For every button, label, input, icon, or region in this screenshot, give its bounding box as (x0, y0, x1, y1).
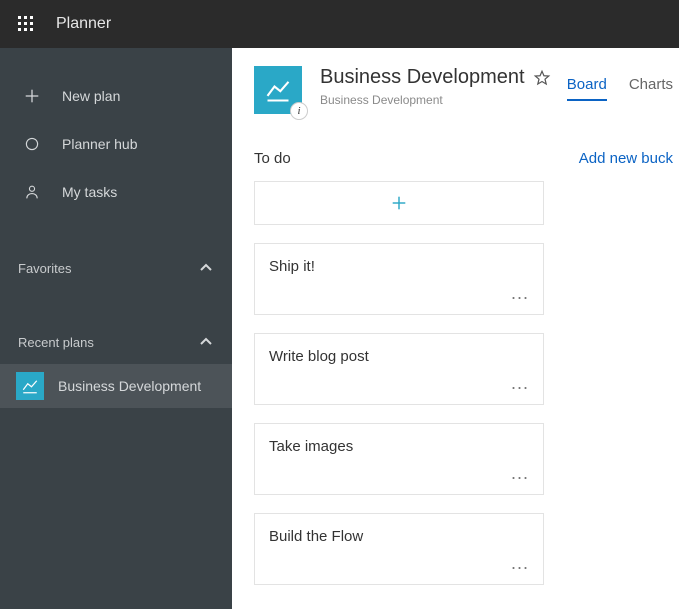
task-card[interactable]: Ship it! ... (254, 243, 544, 315)
task-more-button[interactable]: ... (507, 461, 533, 486)
chevron-up-icon (198, 334, 214, 350)
nav-my-tasks[interactable]: My tasks (0, 168, 232, 216)
add-task-button[interactable] (254, 181, 544, 225)
info-badge[interactable]: i (290, 102, 308, 120)
task-more-button[interactable]: ... (507, 371, 533, 396)
plan-title: Business Development (320, 66, 525, 89)
nav-label: New plan (62, 88, 120, 104)
sidebar: New plan Planner hub My tasks Favorites (0, 48, 232, 609)
chart-line-icon (264, 76, 292, 104)
view-tabs: Board Charts (567, 76, 679, 101)
plan-tile-large: i (254, 66, 302, 114)
task-title: Ship it! (269, 258, 315, 275)
nav-label: My tasks (62, 184, 117, 200)
add-bucket-link[interactable]: Add new buck (579, 150, 673, 167)
plus-icon (390, 194, 408, 212)
main-content: i Business Development Business Developm… (232, 48, 679, 609)
plus-icon (22, 86, 42, 106)
bucket-title[interactable]: To do (254, 150, 291, 167)
app-launcher-button[interactable] (10, 8, 42, 40)
person-icon (22, 182, 42, 202)
recent-plan-item[interactable]: Business Development (0, 364, 232, 408)
task-more-button[interactable]: ... (507, 281, 533, 306)
recent-plan-label: Business Development (58, 378, 201, 394)
star-outline-icon (533, 69, 551, 87)
task-card[interactable]: Build the Flow ... (254, 513, 544, 585)
circle-icon (22, 134, 42, 154)
section-label: Favorites (18, 261, 71, 276)
nav-label: Planner hub (62, 136, 138, 152)
chevron-up-icon (198, 260, 214, 276)
task-title: Take images (269, 438, 353, 455)
plan-subtitle: Business Development (320, 93, 551, 107)
top-bar: Planner (0, 0, 679, 48)
task-column: Ship it! ... Write blog post ... Take im… (232, 167, 544, 585)
app-name: Planner (56, 15, 111, 33)
nav-new-plan[interactable]: New plan (0, 72, 232, 120)
nav-planner-hub[interactable]: Planner hub (0, 120, 232, 168)
section-label: Recent plans (18, 335, 94, 350)
task-card[interactable]: Take images ... (254, 423, 544, 495)
waffle-icon (18, 16, 34, 32)
favorites-header[interactable]: Favorites (0, 246, 232, 290)
tab-board[interactable]: Board (567, 76, 607, 101)
task-title: Build the Flow (269, 528, 363, 545)
favorite-star-button[interactable] (533, 69, 551, 87)
plan-tile-icon (16, 372, 44, 400)
task-more-button[interactable]: ... (507, 551, 533, 576)
task-card[interactable]: Write blog post ... (254, 333, 544, 405)
recent-plans-header[interactable]: Recent plans (0, 320, 232, 364)
tab-charts[interactable]: Charts (629, 76, 673, 101)
task-title: Write blog post (269, 348, 369, 365)
